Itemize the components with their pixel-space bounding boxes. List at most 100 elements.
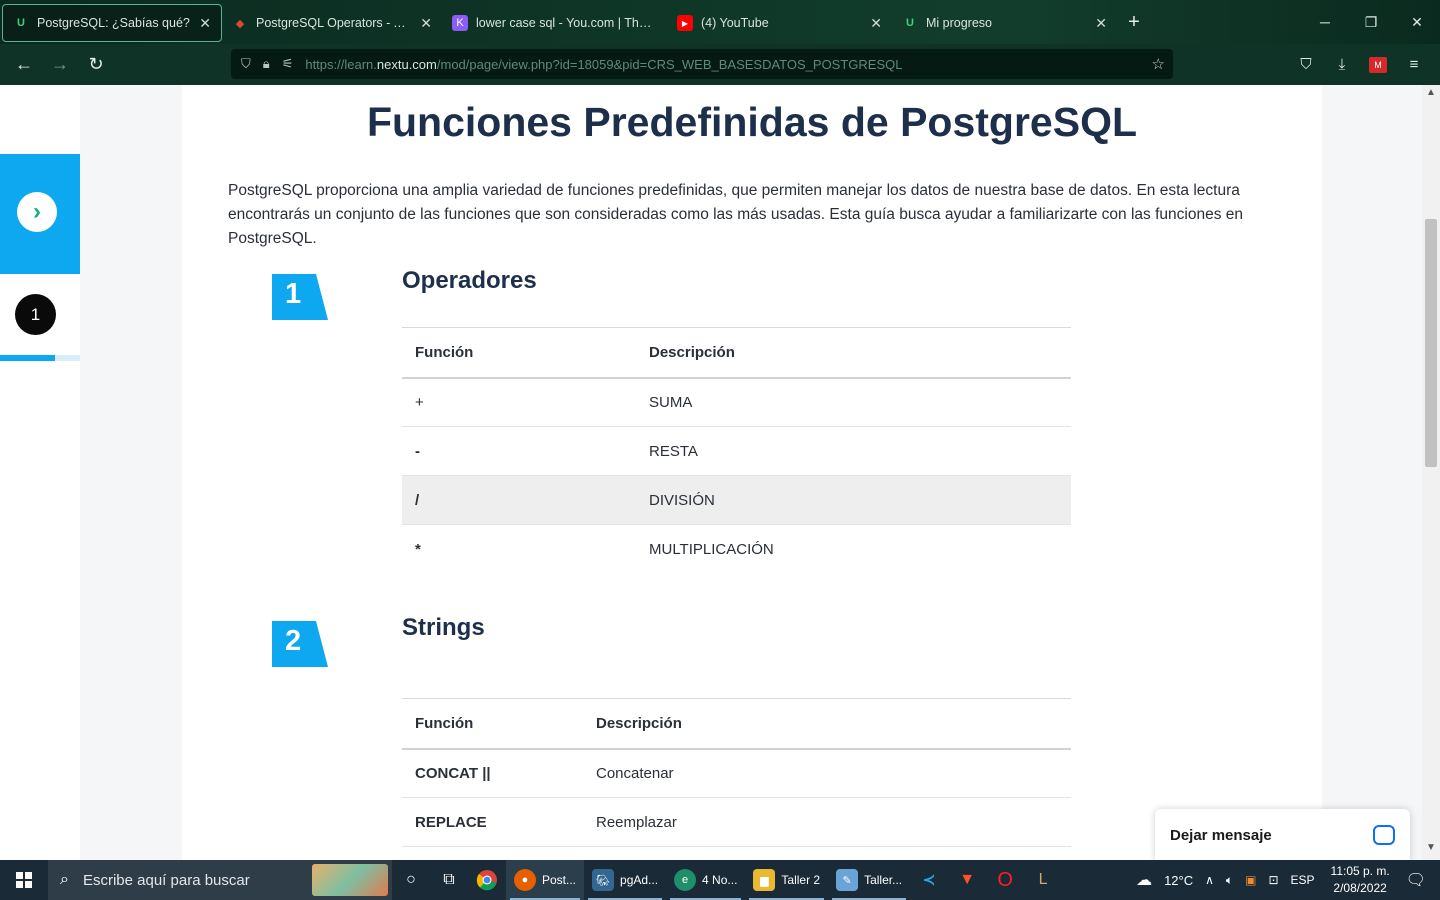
page-scrollbar[interactable]: ▲ ▼ — [1422, 85, 1440, 860]
cortana-icon[interactable]: ○ — [392, 860, 430, 900]
url-text[interactable]: https://learn.nextu.com/mod/page/view.ph… — [305, 57, 902, 72]
table-row: / DIVISIÓN — [402, 475, 1071, 525]
menu-icon[interactable]: ≡ — [1396, 56, 1432, 73]
chrome-logo — [476, 870, 497, 891]
scroll-down-icon[interactable]: ▼ — [1422, 842, 1440, 858]
minimize-icon[interactable]: ─ — [1302, 0, 1348, 44]
taskbar-app-explorer[interactable]: ▆ Taller 2 — [745, 860, 828, 900]
clock[interactable]: 11:05 p. m. 2/08/2022 — [1321, 863, 1400, 897]
reload-icon[interactable]: ↻ — [78, 47, 114, 83]
shield-icon[interactable]: ⛉ — [241, 56, 251, 72]
taskbar-app-paint[interactable]: ✎ Taller... — [828, 860, 910, 900]
tray-expand-icon[interactable]: ∧ — [1199, 873, 1220, 887]
scroll-up-icon[interactable]: ▲ — [1422, 87, 1440, 103]
download-icon[interactable]: ⤓ — [1324, 56, 1360, 73]
description-cell: RESTA — [636, 426, 1071, 476]
description-cell: Concatenar — [583, 748, 1071, 798]
app-label: Taller 2 — [781, 873, 821, 887]
browser-nav-bar: ← → ↻ ⛉ 🔒︎ ⚟ https://learn.nextu.com/mod… — [0, 44, 1440, 85]
close-icon[interactable]: ✕ — [199, 15, 211, 32]
tab-title: PostgreSQL: ¿Sabías qué? — [37, 16, 190, 30]
tab-postgresql-operators[interactable]: ◆ PostgreSQL Operators - AlphaCodingSkil… — [222, 4, 442, 42]
tab-title: (4) YouTube — [701, 16, 769, 30]
windows-logo-icon — [16, 872, 32, 888]
lesson-content: Funciones Predefinidas de PostgreSQL Pos… — [182, 85, 1322, 860]
toolbar-right: ⛉ ⤓ M ≡ — [1288, 44, 1432, 85]
table-row: * MULTIPLICACIÓN — [402, 525, 1071, 574]
tab-title: Mi progreso — [926, 16, 992, 30]
section-number: 2 — [285, 625, 302, 657]
language-indicator[interactable]: ESP — [1285, 873, 1321, 887]
youtube-icon: ▶ — [677, 15, 693, 31]
back-icon[interactable]: ← — [6, 47, 42, 83]
forward-icon[interactable]: → — [42, 47, 78, 83]
close-icon[interactable]: ✕ — [420, 15, 432, 32]
windows-taskbar: ⌕ Escribe aquí para buscar ○ ⧉ ● Post...… — [0, 860, 1440, 900]
temperature[interactable]: 12°C — [1158, 873, 1199, 888]
task-view-icon[interactable]: ⧉ — [430, 860, 468, 900]
clock-time: 11:05 p. m. — [1330, 864, 1390, 878]
vscode-icon[interactable]: ≺ — [910, 860, 948, 900]
tray-app-icon[interactable]: ▣ — [1239, 873, 1262, 887]
tab-postgresql-sabias[interactable]: U PostgreSQL: ¿Sabías qué? ✕ — [2, 4, 222, 42]
notification-icon[interactable]: 🗨︎ — [1400, 870, 1440, 890]
new-tab-button[interactable]: + — [1117, 11, 1151, 34]
close-icon[interactable]: ✕ — [1095, 15, 1107, 32]
tab-youtube[interactable]: ▶ (4) YouTube ✕ — [667, 4, 892, 42]
start-button[interactable] — [0, 860, 48, 900]
pgadmin-icon: 🐘︎ — [592, 869, 615, 891]
search-placeholder: Escribe aquí para buscar — [82, 871, 250, 889]
tab-youcom[interactable]: K lower case sql - You.com | The se — [442, 4, 667, 42]
scrollbar-thumb[interactable] — [1425, 219, 1437, 467]
step-indicator[interactable]: 1 — [15, 294, 56, 335]
search-icon: ⌕ — [60, 871, 69, 888]
page-title: Funciones Predefinidas de PostgreSQL — [366, 99, 1138, 145]
description-cell: DIVISIÓN — [636, 475, 1071, 525]
firefox-icon: ● — [514, 869, 536, 891]
pocket-icon[interactable]: ⛉ — [1288, 56, 1324, 73]
app-label: Taller... — [864, 873, 903, 887]
progress-bar — [0, 355, 80, 361]
table-header-row: Función Descripción — [402, 327, 1071, 379]
column-header: Descripción — [636, 327, 1071, 379]
extension-icon[interactable]: M — [1369, 56, 1387, 73]
taskbar-app-firefox[interactable]: ● Post... — [506, 860, 585, 900]
youcom-icon: K — [452, 15, 468, 31]
network-icon[interactable]: ⊡ — [1262, 873, 1284, 887]
section-title: Strings — [402, 614, 485, 641]
alpha-icon: ◆ — [235, 17, 245, 30]
taskbar-search[interactable]: ⌕ Escribe aquí para buscar — [48, 860, 392, 900]
window-controls: ─ ❐ ✕ — [1302, 0, 1440, 44]
url-bar[interactable]: ⛉ 🔒︎ ⚟ https://learn.nextu.com/mod/page/… — [231, 49, 1173, 79]
table-row: CONCAT || Concatenar — [402, 748, 1071, 798]
intro-paragraph: PostgreSQL proporciona una amplia varied… — [228, 182, 1243, 247]
permissions-icon[interactable]: ⚟ — [282, 56, 294, 72]
chevron-right-icon[interactable]: › — [17, 192, 57, 232]
weather-cloud-icon[interactable]: ☁ — [1130, 870, 1158, 890]
league-icon[interactable]: L — [1024, 860, 1062, 900]
app-label: Post... — [542, 873, 577, 887]
table-row: REPLACE Reemplazar — [402, 797, 1071, 847]
volume-icon[interactable]: 🔈︎ — [1220, 873, 1239, 888]
chrome-icon[interactable] — [468, 860, 506, 900]
restore-icon[interactable]: ❐ — [1348, 0, 1394, 44]
section-number-badge: 2 — [272, 621, 329, 667]
chat-widget[interactable]: Dejar mensaje — [1155, 809, 1410, 860]
nextu-icon: U — [906, 17, 914, 29]
opera-icon[interactable]: O — [986, 860, 1024, 900]
chat-bubble-icon[interactable] — [1373, 825, 1395, 845]
taskbar-app-pgadmin[interactable]: 🐘︎ pgAd... — [584, 860, 666, 900]
bookmark-star-icon[interactable]: ☆ — [1152, 55, 1165, 73]
edge-icon: e — [674, 869, 697, 891]
taskbar-app-edge[interactable]: e 4 No... — [666, 860, 745, 900]
tab-mi-progreso[interactable]: U Mi progreso ✕ — [892, 4, 1117, 42]
lock-icon[interactable]: 🔒︎ — [263, 56, 270, 72]
close-window-icon[interactable]: ✕ — [1394, 0, 1440, 44]
system-tray: ☁ 12°C ∧ 🔈︎ ▣ ⊡ ESP 11:05 p. m. 2/08/202… — [1130, 860, 1440, 900]
table-header-row: Función Descripción — [402, 698, 1071, 750]
close-icon[interactable]: ✕ — [870, 15, 882, 32]
column-header: Descripción — [583, 698, 1071, 750]
function-cell: * — [415, 540, 421, 558]
column-header: Función — [402, 327, 636, 379]
brave-icon[interactable]: ▼ — [948, 860, 986, 900]
